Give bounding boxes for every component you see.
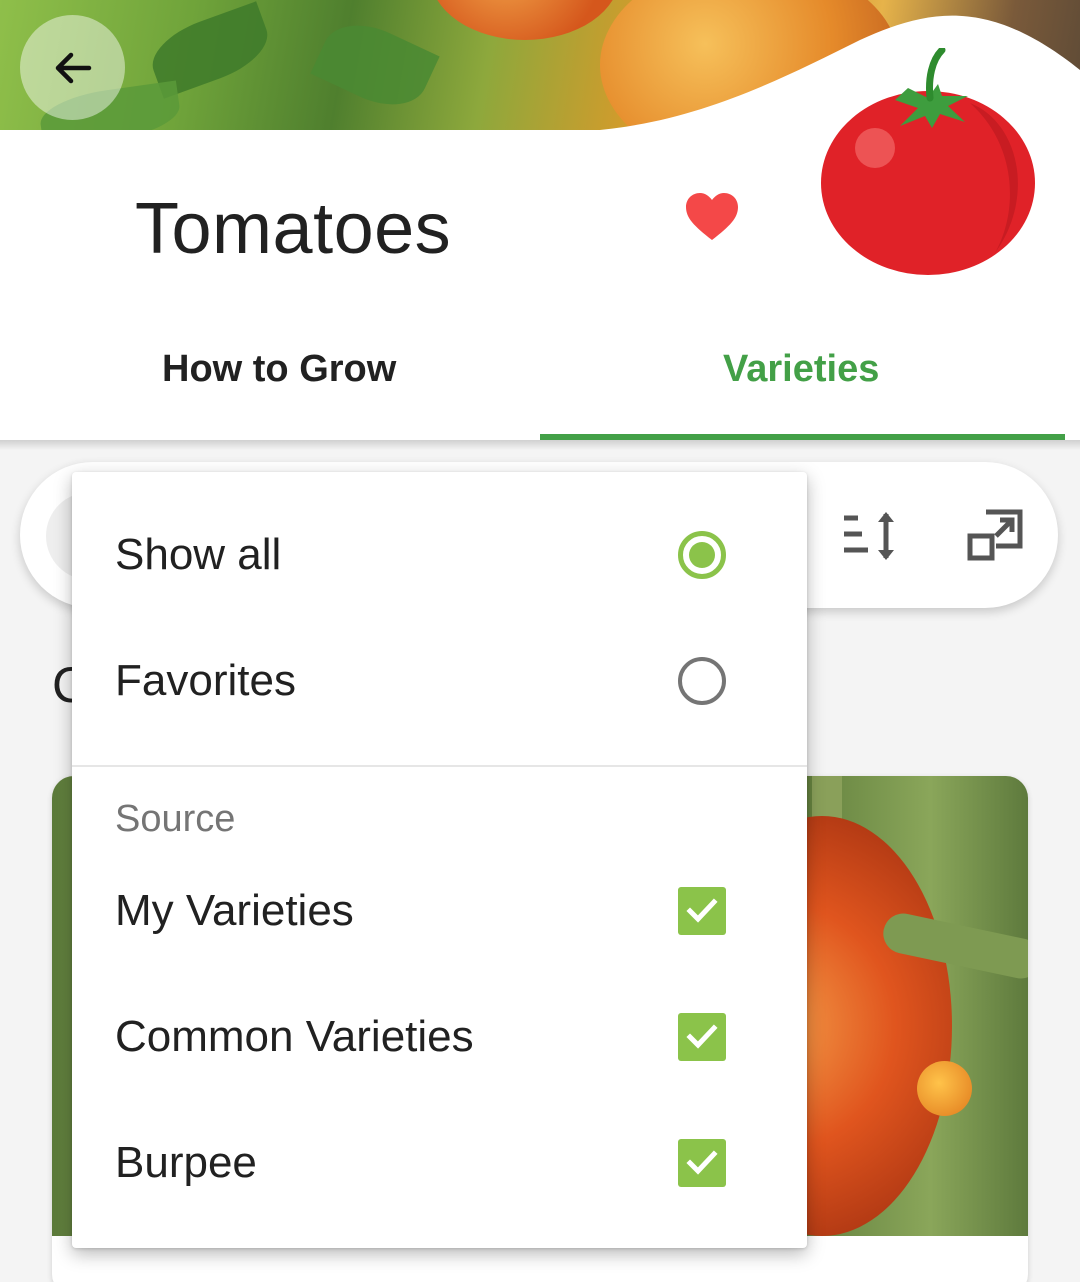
tab-bar: How to Grow Varieties [0, 330, 1080, 440]
radio-unchecked-icon[interactable] [678, 657, 726, 705]
menu-item-common-varieties[interactable]: Common Varieties [72, 974, 807, 1100]
menu-item-label: Favorites [115, 656, 296, 705]
sort-icon[interactable] [840, 508, 900, 564]
page-title: Tomatoes [135, 189, 452, 269]
heart-icon[interactable] [684, 190, 740, 246]
expand-icon[interactable] [966, 506, 1026, 566]
checkbox-checked-icon[interactable] [678, 887, 726, 935]
tab-varieties[interactable]: Varieties [723, 348, 879, 391]
checkbox-checked-icon[interactable] [678, 1013, 726, 1061]
menu-item-favorites[interactable]: Favorites [72, 618, 807, 744]
menu-divider [72, 765, 807, 767]
filter-menu: Show all Favorites Source My Varieties C… [72, 472, 807, 1248]
menu-item-burpee[interactable]: Burpee [72, 1100, 807, 1226]
menu-item-show-all[interactable]: Show all [72, 492, 807, 618]
back-button[interactable] [20, 15, 125, 120]
tab-how-to-grow[interactable]: How to Grow [162, 348, 396, 391]
menu-subheader-source: Source [115, 798, 236, 840]
menu-item-my-varieties[interactable]: My Varieties [72, 848, 807, 974]
menu-item-label: My Varieties [115, 886, 354, 935]
checkbox-checked-icon[interactable] [678, 1139, 726, 1187]
back-arrow-icon [55, 52, 91, 83]
menu-item-label: Show all [115, 530, 282, 579]
menu-item-label: Burpee [115, 1138, 257, 1187]
radio-checked-icon[interactable] [678, 531, 726, 579]
tab-bar-shadow [0, 440, 1080, 450]
tomato-illustration [821, 48, 1035, 275]
menu-item-label: Common Varieties [115, 1012, 474, 1061]
